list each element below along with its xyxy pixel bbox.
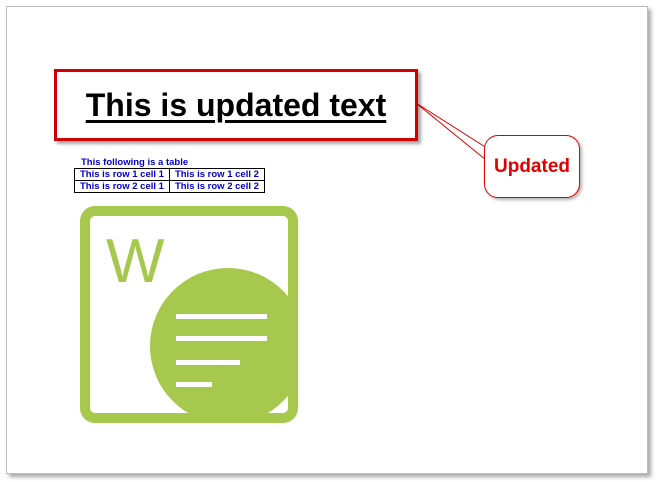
table-caption: This following is a table bbox=[81, 157, 189, 168]
table-row: This is row 1 cell 1 This is row 1 cell … bbox=[74, 168, 265, 181]
word-document-icon: W bbox=[80, 206, 298, 423]
callout-text: Updated bbox=[494, 155, 570, 177]
table-cell: This is row 1 cell 1 bbox=[74, 168, 170, 181]
heading-text: This is updated text bbox=[85, 86, 387, 123]
heading-box: This is updated text bbox=[54, 69, 418, 141]
table-cell: This is row 1 cell 2 bbox=[168, 168, 265, 181]
table-cell: This is row 2 cell 1 bbox=[74, 180, 170, 193]
document-table: This is row 1 cell 1 This is row 1 cell … bbox=[74, 168, 265, 193]
table-cell: This is row 2 cell 2 bbox=[168, 180, 265, 193]
table-row: This is row 2 cell 1 This is row 2 cell … bbox=[74, 180, 265, 193]
logo-letter: W bbox=[106, 227, 165, 296]
updated-callout: Updated bbox=[484, 135, 580, 198]
